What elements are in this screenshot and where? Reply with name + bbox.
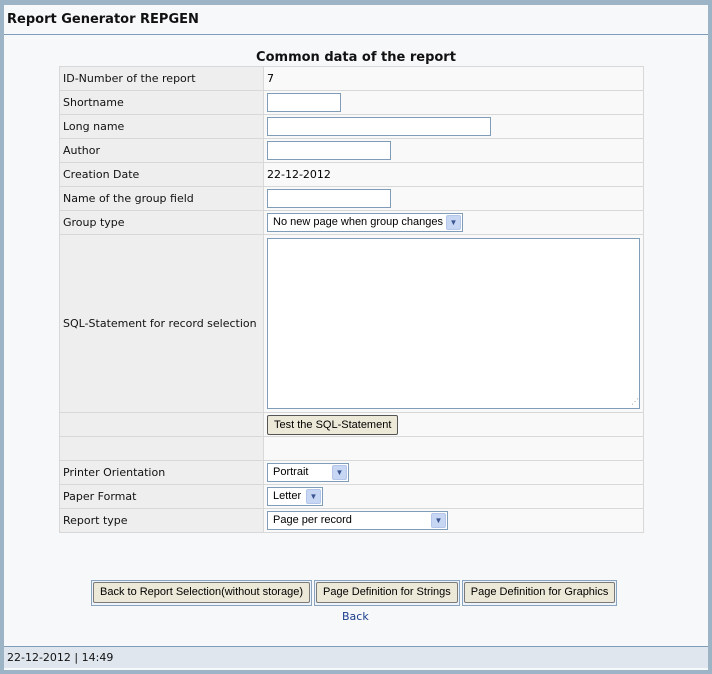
row-spacer [59, 436, 644, 461]
orientation-label: Printer Orientation [59, 460, 264, 485]
row-id: ID-Number of the report 7 [59, 66, 644, 91]
chevron-down-icon: ▼ [446, 215, 461, 230]
row-report-type: Report type Page per record ▼ [59, 508, 644, 533]
author-input[interactable] [267, 141, 391, 160]
sql-textarea[interactable] [267, 238, 640, 409]
id-label: ID-Number of the report [59, 66, 264, 91]
paper-format-selected: Letter [273, 490, 302, 502]
report-type-selected: Page per record [273, 514, 352, 526]
group-field-input[interactable] [267, 189, 391, 208]
row-author: Author [59, 138, 644, 163]
chevron-down-icon: ▼ [306, 489, 321, 504]
row-paper-format: Paper Format Letter ▼ [59, 484, 644, 509]
shortname-label: Shortname [59, 90, 264, 115]
group-type-select[interactable]: No new page when group changes ▼ [267, 213, 463, 232]
report-type-select[interactable]: Page per record ▼ [267, 511, 448, 530]
row-shortname: Shortname [59, 90, 644, 115]
chevron-down-icon: ▼ [431, 513, 446, 528]
empty-label-cell [59, 412, 264, 437]
page-def-strings-button[interactable]: Page Definition for Strings [316, 582, 458, 603]
id-value: 7 [263, 66, 644, 91]
back-to-selection-button[interactable]: Back to Report Selection(without storage… [93, 582, 310, 603]
row-sql: SQL-Statement for record selection ⋰ [59, 234, 644, 413]
group-field-label: Name of the group field [59, 186, 264, 211]
page-title: Report Generator REPGEN [7, 12, 199, 27]
group-type-label: Group type [59, 210, 264, 235]
paper-format-label: Paper Format [59, 484, 264, 509]
row-group-type: Group type No new page when group change… [59, 210, 644, 235]
status-text: 22-12-2012 | 14:49 [7, 651, 114, 664]
title-divider [4, 34, 708, 35]
author-label: Author [59, 138, 264, 163]
page-def-graphics-button[interactable]: Page Definition for Graphics [463, 582, 616, 603]
paper-format-select[interactable]: Letter ▼ [267, 487, 323, 506]
sql-label: SQL-Statement for record selection [59, 234, 264, 413]
group-type-selected: No new page when group changes [273, 216, 444, 228]
report-form-table: ID-Number of the report 7 Shortname Long… [59, 66, 644, 533]
spacer-value-cell [263, 436, 644, 461]
section-heading: Common data of the report [256, 50, 456, 65]
longname-input[interactable] [267, 117, 491, 136]
orientation-selected: Portrait [273, 466, 309, 478]
longname-label: Long name [59, 114, 264, 139]
shortname-input[interactable] [267, 93, 341, 112]
row-group-field: Name of the group field [59, 186, 644, 211]
resize-grip-icon[interactable]: ⋰ [631, 397, 639, 406]
report-type-label: Report type [59, 508, 264, 533]
status-bar: 22-12-2012 | 14:49 [4, 646, 708, 668]
spacer-label-cell [59, 436, 264, 461]
row-creation-date: Creation Date 22-12-2012 [59, 162, 644, 187]
creation-date-value: 22-12-2012 [263, 162, 644, 187]
row-longname: Long name [59, 114, 644, 139]
creation-date-label: Creation Date [59, 162, 264, 187]
row-orientation: Printer Orientation Portrait ▼ [59, 460, 644, 485]
row-test-sql: Test the SQL-Statement [59, 412, 644, 437]
test-sql-button[interactable]: Test the SQL-Statement [267, 414, 399, 435]
chevron-down-icon: ▼ [332, 465, 347, 480]
back-link[interactable]: Back [342, 610, 369, 623]
action-buttons: Back to Report Selection(without storage… [91, 580, 618, 606]
orientation-select[interactable]: Portrait ▼ [267, 463, 349, 482]
